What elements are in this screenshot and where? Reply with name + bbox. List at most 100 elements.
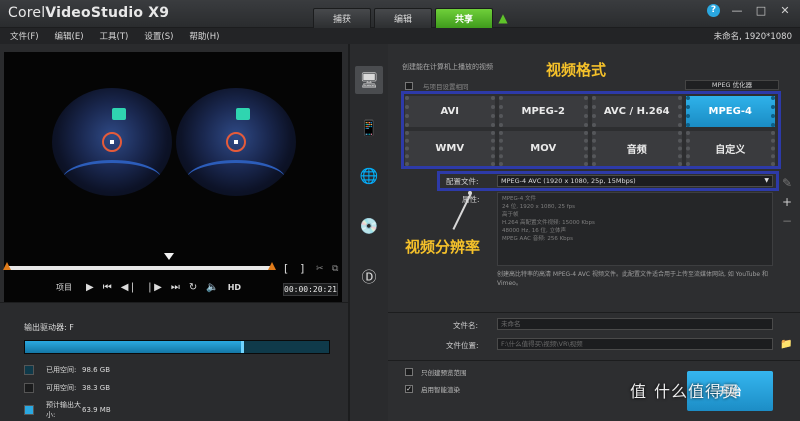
minimize-icon[interactable]: — <box>730 4 744 17</box>
free-swatch <box>24 383 34 393</box>
mark-out-icon[interactable]: ] <box>300 262 304 275</box>
filename-field[interactable]: 未命名 <box>497 318 773 330</box>
drive-usage-bar <box>24 340 330 354</box>
repeat-icon[interactable]: ↻ <box>189 282 197 293</box>
home-icon[interactable]: ⏮ <box>103 282 112 293</box>
legend-free: 可用空间: 38.3 GB <box>24 383 110 393</box>
location-label: 文件位置: <box>446 341 479 350</box>
menu-bar: 文件(F) 编辑(E) 工具(T) 设置(S) 帮助(H) 未命名, 1920*… <box>0 28 800 44</box>
watermark-logo: 值 什么值得买 <box>630 378 739 402</box>
trim-end-handle[interactable] <box>268 262 276 270</box>
maximize-icon[interactable]: □ <box>754 4 768 17</box>
used-value: 98.6 GB <box>82 366 111 374</box>
next-frame-icon[interactable]: ❘▶ <box>146 282 162 293</box>
title-bar: CorelVideoStudio X9 捕获 编辑 共享 ▲ ? — □ ✕ <box>0 0 800 28</box>
end-icon[interactable]: ⏭ <box>171 282 180 293</box>
project-mode-label[interactable]: 项目 <box>56 282 72 293</box>
device-icon[interactable]: 📱 <box>355 114 383 142</box>
location-field[interactable]: F:\什么值得买\视频\VR\视频 <box>497 338 773 350</box>
free-label: 可用空间: <box>46 384 77 392</box>
smart-render-row: ✓ 启用智能渲染 <box>405 384 460 394</box>
preview-range-label: 只创建预览范围 <box>421 369 467 377</box>
upload-arrow-icon[interactable]: ▲ <box>496 8 510 28</box>
menu-settings[interactable]: 设置(S) <box>144 30 173 42</box>
same-as-project-label: 与项目设置相同 <box>423 83 469 91</box>
menu-help[interactable]: 帮助(H) <box>189 30 219 42</box>
same-as-project-row: 与项目设置相同 <box>405 81 469 91</box>
help-icon[interactable]: ? <box>707 4 720 17</box>
timecode-display[interactable]: 00:00:20:21 <box>283 283 338 296</box>
estimated-swatch <box>24 405 34 415</box>
tab-share[interactable]: 共享 <box>435 8 493 28</box>
properties-box: MPEG-4 文件 24 位, 1920 x 1080, 25 fps 高于帧 … <box>497 192 773 266</box>
annotation-resolution-label: 视频分辨率 <box>405 238 481 256</box>
vr-arc <box>62 160 162 196</box>
preview-range-checkbox[interactable] <box>405 368 413 376</box>
vr-right-eye <box>176 88 296 196</box>
menu-tools[interactable]: 工具(T) <box>100 30 129 42</box>
legend-used: 已用空间: 98.6 GB <box>24 365 110 375</box>
used-label: 已用空间: <box>46 366 77 374</box>
profile-tools: ✎ + − <box>780 176 794 228</box>
mark-in-icon[interactable]: [ <box>284 262 288 275</box>
vr-left-eye <box>52 88 172 196</box>
prop-line: MPEG-4 文件 <box>502 196 537 202</box>
filename-label: 文件名: <box>453 321 479 330</box>
vr-marker <box>236 108 250 120</box>
vr-arc <box>186 160 286 196</box>
profile-description: 创建高比特率的高清 MPEG-4 AVC 视频文件。此配置文件适合用于上传至流媒… <box>497 271 768 287</box>
tab-capture[interactable]: 捕获 <box>313 8 371 28</box>
prop-line: H.264 高配置文件视频: 15000 Kbps <box>502 220 595 226</box>
web-globe-icon[interactable]: 🌐 <box>355 162 383 190</box>
copy-icon[interactable]: ⧉ <box>332 264 338 274</box>
scrubber-handle[interactable] <box>164 253 174 260</box>
menu-edit[interactable]: 编辑(E) <box>55 30 84 42</box>
annotation-format-box <box>401 91 781 169</box>
add-profile-icon[interactable]: + <box>780 195 794 209</box>
player-panel: [ ] ✂ ⧉ 项目 ▶ ⏮ ◀❘ ❘▶ ⏭ ↻ 🔈 HD <box>0 44 348 304</box>
mpeg-optimizer-button[interactable]: MPEG 优化器 <box>685 80 779 90</box>
folder-browse-icon[interactable]: 📁 <box>780 339 792 350</box>
workflow-steps: 捕获 编辑 共享 ▲ <box>313 8 510 28</box>
close-icon[interactable]: ✕ <box>778 4 792 17</box>
watermark-mark: 值 <box>630 382 648 401</box>
share-caption: 创建能在计算机上播放的视频 <box>402 63 493 71</box>
smart-render-label: 启用智能渲染 <box>421 386 460 394</box>
trim-start-handle[interactable] <box>3 262 11 270</box>
playback-controls: 项目 ▶ ⏮ ◀❘ ❘▶ ⏭ ↻ 🔈 HD <box>56 280 241 294</box>
used-swatch <box>24 365 34 375</box>
tab-edit[interactable]: 编辑 <box>374 8 432 28</box>
3d-icon[interactable]: Ⓓ <box>355 262 383 290</box>
annotation-format-label: 视频格式 <box>546 61 607 79</box>
same-as-project-checkbox[interactable] <box>405 82 413 90</box>
free-value: 38.3 GB <box>82 384 111 392</box>
vr-crosshair <box>102 132 122 152</box>
share-category-nav: 🖥 📱 🌐 💿 Ⓓ <box>350 44 388 421</box>
divider <box>388 312 800 313</box>
smart-render-checkbox[interactable]: ✓ <box>405 385 413 393</box>
preview-range-row: 只创建预览范围 <box>405 367 467 377</box>
volume-icon[interactable]: 🔈 <box>206 282 218 293</box>
play-icon[interactable]: ▶ <box>86 282 94 293</box>
watermark-text: 什么值得买 <box>653 382 739 401</box>
estimated-value: 63.9 MB <box>82 406 111 414</box>
legend-estimated: 预计输出大小: 63.9 MB <box>24 400 111 420</box>
split-clip-icon[interactable]: ✂ <box>316 264 324 274</box>
annotation-resolution-box <box>437 171 779 191</box>
drive-usage-fill <box>25 341 241 353</box>
remove-profile-icon[interactable]: − <box>780 214 794 228</box>
prop-line: 24 位, 1920 x 1080, 25 fps <box>502 204 576 210</box>
project-name: 未命名, 1920*1080 <box>713 32 792 42</box>
computer-icon[interactable]: 🖥 <box>355 66 383 94</box>
vr-crosshair <box>226 132 246 152</box>
disc-icon[interactable]: 💿 <box>355 212 383 240</box>
prop-line: 高于帧 <box>502 212 519 218</box>
menu-file[interactable]: 文件(F) <box>10 30 39 42</box>
hd-toggle[interactable]: HD <box>228 283 241 292</box>
prev-frame-icon[interactable]: ◀❘ <box>121 282 137 293</box>
divider <box>388 360 800 361</box>
edit-pencil-icon[interactable]: ✎ <box>780 176 794 190</box>
trim-bar[interactable] <box>6 266 272 270</box>
prop-line: 48000 Hz, 16 位, 立体声 <box>502 228 567 234</box>
window-controls: ? — □ ✕ <box>707 4 792 17</box>
